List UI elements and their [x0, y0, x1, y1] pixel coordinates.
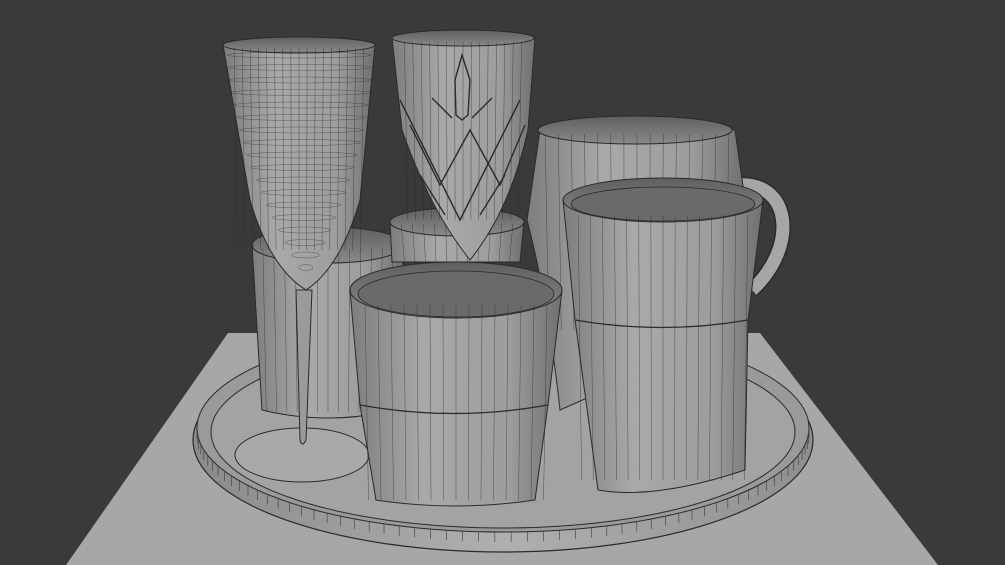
wireframe-scene: [66, 29, 938, 565]
3d-viewport[interactable]: [0, 0, 1005, 565]
faceted-glass-front: [349, 261, 563, 507]
tall-faceted-glass: [562, 177, 764, 493]
